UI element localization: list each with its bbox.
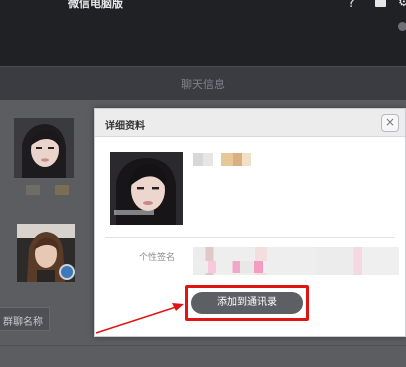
member-photo [14, 118, 74, 178]
dialog-header: 详细资料 × [95, 109, 405, 137]
profile-photo [110, 152, 183, 225]
member-name-mosaic [26, 185, 40, 195]
help-icon[interactable]: ? [348, 0, 355, 11]
member-name-mosaic [55, 185, 69, 195]
chat-icon[interactable] [375, 0, 386, 7]
chat-info-header: 聊天信息 [0, 66, 406, 100]
add-to-contacts-button[interactable]: 添加到通讯录 [191, 292, 303, 314]
group-name-button[interactable]: 群聊名称 [0, 307, 50, 331]
nickname-mosaic [221, 153, 251, 166]
dialog-title: 详细资料 [105, 121, 145, 132]
nickname-mosaic [193, 153, 213, 166]
app-title: 微信电脑版 [68, 0, 123, 10]
dialog-divider [105, 237, 395, 238]
close-button[interactable]: × [381, 114, 399, 132]
signature-label: 个性签名 [139, 253, 176, 263]
divider [0, 345, 406, 346]
signature-mosaic [193, 247, 399, 275]
verified-badge-icon [59, 264, 75, 280]
more-dot-icon[interactable] [398, 22, 406, 31]
chat-info-title: 聊天信息 [181, 78, 225, 91]
profile-avatar[interactable] [110, 152, 183, 225]
member-avatar[interactable] [14, 118, 74, 178]
profile-dialog: 详细资料 × 个性签名 添加到通讯录 [94, 108, 406, 337]
settings-icon[interactable]: ⚙ [398, 0, 406, 10]
title-bar: 微信电脑版 ? ⚙ [0, 0, 406, 66]
